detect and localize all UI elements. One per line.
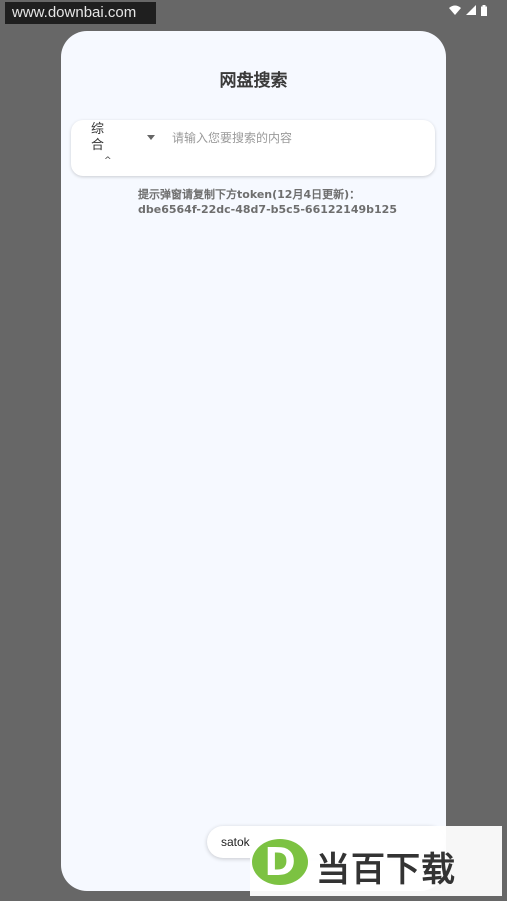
token-value: dbe6564f-22dc-48d7-b5c5-66122149b125 [138,203,397,216]
logo-text: 当百下载 [316,850,456,890]
search-input[interactable] [172,128,412,148]
site-watermark: www.downbai.com [5,2,156,24]
status-bar [449,3,487,17]
token-tip-text: 提示弹窗请复制下方token(12月4日更新)： [138,188,361,201]
dropdown-arrow-icon [147,135,155,140]
category-label: 综合 [91,122,105,153]
page-title: 网盘搜索 [219,71,288,91]
wifi-icon [449,5,461,15]
battery-icon [481,4,487,16]
signal-icon [466,5,476,15]
token-tip: 提示弹窗请复制下方token(12月4日更新)： dbe6564f-22dc-4… [138,187,428,217]
logo-d-icon: D [252,839,308,885]
downbai-logo-watermark: D 当百下载 [250,826,502,896]
toast-text: satok [221,835,250,849]
category-dropdown[interactable]: 综合 ^ [83,120,161,176]
caret-up-icon: ^ [104,156,112,166]
logo-letter: D [264,840,296,884]
search-bar: 综合 ^ [71,120,435,176]
